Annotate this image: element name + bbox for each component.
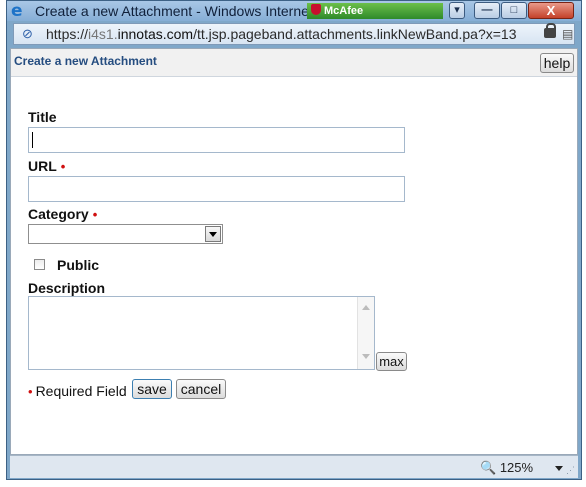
resize-grip-icon[interactable]: ⋰ (566, 465, 575, 476)
url-subdomain: i4s1. (88, 26, 118, 42)
dialog-title: Create a new Attachment (14, 54, 157, 68)
zoom-level[interactable]: 🔍 125% (480, 460, 533, 476)
required-field-note: • Required Field (28, 383, 127, 399)
category-label: Category • (28, 206, 97, 222)
category-select[interactable] (28, 224, 223, 244)
url-path: /tt.jsp.pageband.attachments.linkNewBand… (193, 26, 517, 42)
internet-explorer-icon: e (11, 1, 23, 21)
url-input[interactable] (28, 176, 405, 202)
page-icon: ⊘ (22, 26, 33, 41)
status-bar: 🔍 125% ⋰ (10, 455, 578, 478)
public-checkbox[interactable] (34, 259, 45, 270)
maximize-button[interactable]: □ (501, 2, 527, 19)
scroll-down-icon[interactable] (362, 354, 370, 359)
text-cursor (32, 132, 33, 148)
url-domain: innotas.com (117, 26, 194, 42)
cancel-button[interactable]: cancel (176, 379, 226, 399)
max-button[interactable]: max (376, 352, 407, 371)
url-prefix: https:// (46, 26, 89, 42)
public-label: Public (57, 257, 100, 273)
description-textarea[interactable] (28, 296, 375, 370)
title-input[interactable] (28, 127, 405, 153)
compatibility-icon[interactable]: ▤ (562, 27, 573, 41)
mcafee-label: McAfee (324, 5, 364, 17)
required-marker: • (92, 207, 98, 222)
lock-icon[interactable] (544, 23, 556, 38)
window-title: Create a new Attachment - Windows Intern… (35, 3, 327, 19)
zoom-value: 125% (499, 460, 534, 475)
category-label-text: Category (28, 206, 89, 222)
scroll-up-icon[interactable] (362, 305, 370, 310)
mcafee-shield-icon (311, 4, 321, 15)
url-label-text: URL (28, 158, 57, 174)
window-menu-dropdown-button[interactable]: ▾ (449, 2, 465, 19)
zoom-dropdown-icon[interactable] (555, 466, 563, 471)
title-bar: e Create a new Attachment - Windows Inte… (7, 1, 581, 21)
save-button[interactable]: save (132, 379, 172, 399)
minimize-button[interactable]: — (474, 2, 500, 19)
close-button[interactable]: X (528, 2, 574, 19)
scrollbar[interactable] (357, 297, 374, 369)
browser-window: e Create a new Attachment - Windows Inte… (6, 0, 582, 480)
mcafee-toolbar[interactable]: McAfee (307, 3, 443, 19)
required-marker: • (28, 384, 33, 399)
title-label: Title (28, 109, 57, 125)
description-label: Description (28, 280, 106, 296)
help-button[interactable]: help (540, 53, 574, 73)
address-url[interactable]: https://i4s1.innotas.com/tt.jsp.pageband… (46, 26, 516, 42)
address-bar[interactable]: ⊘ https://i4s1.innotas.com/tt.jsp.pageba… (13, 23, 575, 45)
required-marker: • (60, 159, 66, 174)
required-field-text: Required Field (35, 383, 127, 399)
chevron-down-icon[interactable] (205, 226, 221, 242)
url-label: URL • (28, 158, 65, 174)
page-content: Create a new Attachment help Title URL • … (10, 48, 578, 455)
dialog-header: Create a new Attachment help (11, 49, 577, 77)
